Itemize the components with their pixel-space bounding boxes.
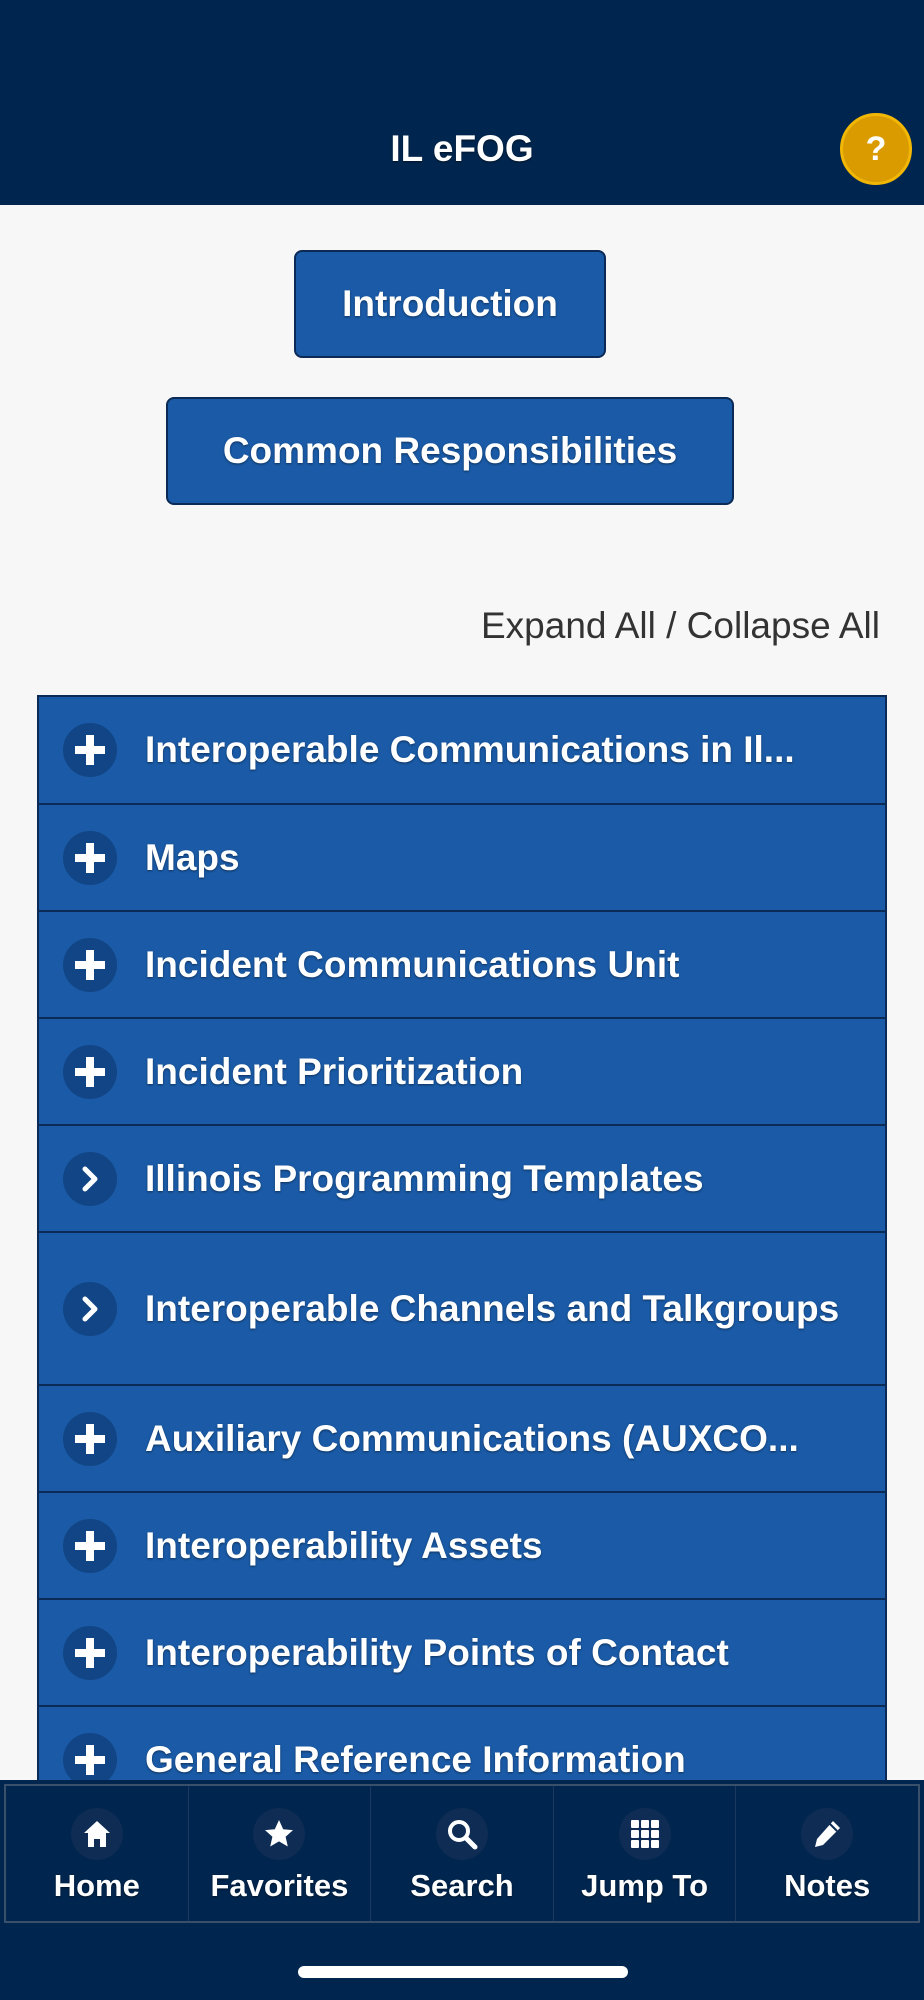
- section-label: General Reference Information: [145, 1738, 686, 1780]
- app-header: IL eFOG ?: [0, 0, 924, 205]
- common-responsibilities-button[interactable]: Common Responsibilities: [166, 397, 734, 505]
- grid-icon: [618, 1808, 671, 1860]
- plus-icon: [63, 937, 117, 992]
- nav-label: Search: [410, 1868, 514, 1903]
- home-icon: [70, 1808, 123, 1860]
- app-title: IL eFOG: [390, 128, 534, 169]
- plus-icon: [63, 1732, 117, 1780]
- section-row[interactable]: General Reference Information: [39, 1707, 885, 1780]
- section-row[interactable]: Incident Prioritization: [39, 1019, 885, 1126]
- bottom-nav: Home Favorites Search Jump To Notes: [4, 1784, 920, 1923]
- section-row[interactable]: Interoperable Communications in Il...: [39, 697, 885, 805]
- nav-home[interactable]: Home: [6, 1786, 189, 1921]
- plus-icon: [63, 1411, 117, 1466]
- home-indicator[interactable]: [298, 1966, 628, 1978]
- question-mark-icon: ?: [865, 129, 887, 168]
- section-label: Interoperable Communications in Il...: [145, 729, 795, 770]
- chevron-right-icon: [63, 1151, 117, 1206]
- section-label: Maps: [145, 836, 240, 878]
- section-row[interactable]: Interoperable Channels and Talkgroups: [39, 1233, 885, 1386]
- section-label: Auxiliary Communications (AUXCO...: [145, 1417, 799, 1459]
- nav-favorites[interactable]: Favorites: [189, 1786, 372, 1921]
- star-icon: [253, 1808, 306, 1860]
- plus-icon: [63, 723, 117, 777]
- section-row[interactable]: Auxiliary Communications (AUXCO...: [39, 1386, 885, 1493]
- nav-label: Favorites: [210, 1868, 349, 1903]
- section-label: Interoperable Channels and Talkgroups: [145, 1287, 840, 1329]
- section-label: Incident Prioritization: [145, 1050, 524, 1092]
- section-label: Incident Communications Unit: [145, 943, 680, 985]
- nav-jump-to[interactable]: Jump To: [554, 1786, 737, 1921]
- pencil-icon: [801, 1808, 854, 1860]
- section-row[interactable]: Interoperability Points of Contact: [39, 1600, 885, 1707]
- nav-label: Jump To: [581, 1868, 709, 1903]
- section-label: Interoperability Assets: [145, 1524, 543, 1566]
- section-label: Illinois Programming Templates: [145, 1157, 704, 1199]
- help-button[interactable]: ?: [840, 113, 912, 185]
- section-label: Interoperability Points of Contact: [145, 1631, 729, 1673]
- nav-label: Home: [53, 1868, 140, 1903]
- plus-icon: [63, 830, 117, 885]
- section-row[interactable]: Maps: [39, 805, 885, 912]
- search-icon: [435, 1808, 488, 1860]
- section-row[interactable]: Incident Communications Unit: [39, 912, 885, 1019]
- plus-icon: [63, 1518, 117, 1573]
- app-screen: IL eFOG ? Introduction Common Responsibi…: [0, 0, 924, 2000]
- section-row[interactable]: Interoperability Assets: [39, 1493, 885, 1600]
- plus-icon: [63, 1625, 117, 1680]
- introduction-button[interactable]: Introduction: [294, 250, 606, 358]
- chevron-right-icon: [63, 1281, 117, 1336]
- section-list: Interoperable Communications in Il... Ma…: [37, 695, 887, 1780]
- expand-collapse-all-link[interactable]: Expand All / Collapse All: [481, 605, 880, 647]
- nav-notes[interactable]: Notes: [736, 1786, 918, 1921]
- plus-icon: [63, 1044, 117, 1099]
- nav-label: Notes: [784, 1868, 871, 1903]
- nav-search[interactable]: Search: [371, 1786, 554, 1921]
- section-row[interactable]: Illinois Programming Templates: [39, 1126, 885, 1233]
